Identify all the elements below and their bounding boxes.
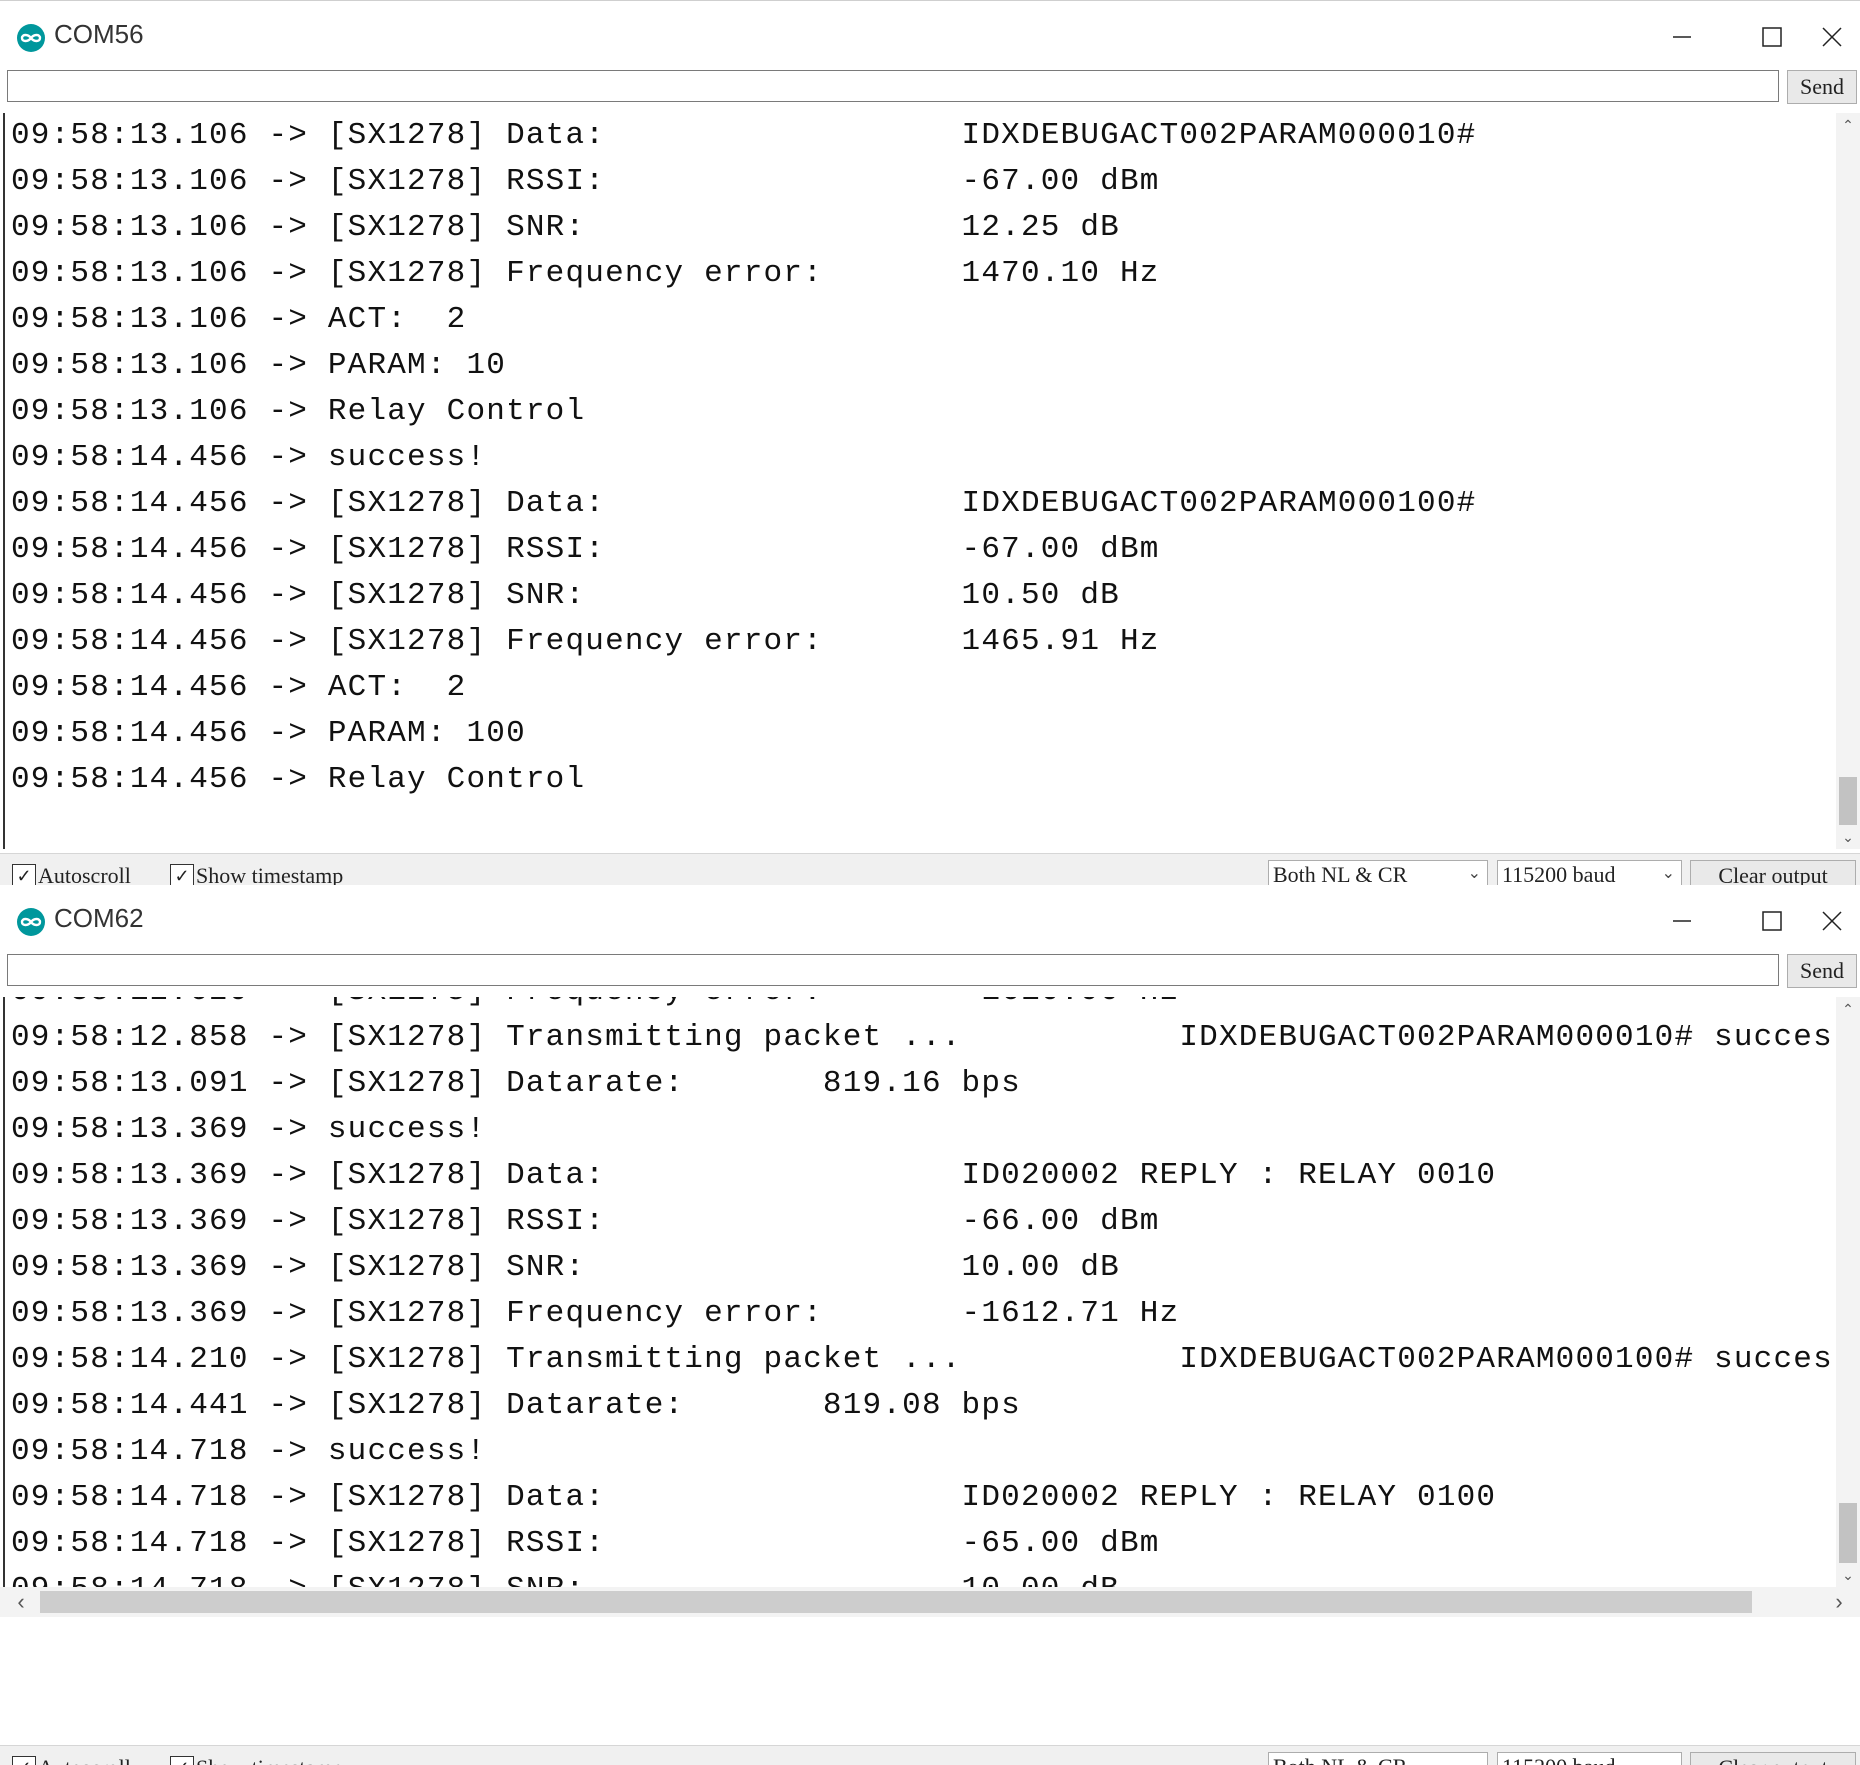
- serial-input[interactable]: [7, 954, 1779, 986]
- title-bar: COM56: [0, 9, 1860, 65]
- scroll-thumb[interactable]: [1839, 1503, 1857, 1563]
- log-line: 09:58:13.369 -> [SX1278] Data: ID020002 …: [11, 1158, 1497, 1193]
- log-line: 09:58:14.718 -> success!: [11, 1434, 487, 1469]
- log-line: 09:58:14.456 -> PARAM: 100: [11, 716, 526, 751]
- send-button[interactable]: Send: [1787, 954, 1857, 988]
- log-line: 09:58:13.091 -> [SX1278] Datarate: 819.1…: [11, 1066, 1021, 1101]
- scroll-up-icon[interactable]: ⌃: [1836, 113, 1860, 137]
- window-title: COM56: [54, 19, 144, 49]
- minimize-icon: [1673, 920, 1691, 922]
- title-bar: COM62: [0, 893, 1860, 949]
- vertical-scrollbar[interactable]: ⌃ ⌄: [1836, 113, 1860, 849]
- send-row: Send: [0, 949, 1860, 993]
- log-line: 09:58:13.106 -> [SX1278] Frequency error…: [11, 256, 1160, 291]
- scroll-right-icon[interactable]: ›: [1824, 1587, 1854, 1617]
- line-ending-value: Both NL & CR: [1273, 1754, 1407, 1765]
- log-line: 09:58:14.441 -> [SX1278] Datarate: 819.0…: [11, 1388, 1021, 1423]
- maximize-icon: [1762, 911, 1782, 931]
- checkmark-icon: ✓: [12, 1756, 36, 1765]
- log-line: 09:58:14.456 -> [SX1278] Data: IDXDEBUGA…: [11, 486, 1477, 521]
- close-button[interactable]: [1804, 899, 1860, 943]
- send-button[interactable]: Send: [1787, 70, 1857, 104]
- log-line: 09:58:14.718 -> [SX1278] Data: ID020002 …: [11, 1480, 1497, 1515]
- maximize-button[interactable]: [1744, 899, 1800, 943]
- send-row: Send: [0, 65, 1860, 109]
- scroll-left-icon[interactable]: ‹: [6, 1587, 36, 1617]
- horizontal-scroll-thumb[interactable]: [40, 1591, 1752, 1613]
- log-line: 09:58:14.456 -> [SX1278] SNR: 10.50 dB: [11, 578, 1120, 613]
- bottom-toolbar: ✓ Autoscroll ✓ Show timestamp Both NL & …: [0, 1745, 1860, 1765]
- baud-value: 115200 baud: [1502, 1754, 1615, 1765]
- vertical-scrollbar[interactable]: ⌃ ⌄: [1836, 997, 1860, 1587]
- log-line: 09:58:13.369 -> success!: [11, 1112, 487, 1147]
- window-title: COM62: [54, 903, 144, 933]
- log-line: 09:58:12.858 -> [SX1278] Transmitting pa…: [11, 1020, 1833, 1055]
- log-line: 09:58:14.718 -> [SX1278] SNR: 10.00 dB: [5, 1567, 1837, 1587]
- log-line: 09:58:14.718 -> [SX1278] RSSI: -65.00 dB…: [11, 1526, 1160, 1561]
- log-line: 09:58:13.106 -> Relay Control: [11, 394, 586, 429]
- scroll-down-icon[interactable]: ⌄: [1836, 825, 1860, 849]
- close-icon: [1822, 27, 1842, 47]
- serial-monitor-window-com56: COM56 Send 09:58:13.106 -> [SX1278] Data…: [0, 0, 1860, 896]
- log-line: 09:58:13.106 -> ACT: 2: [11, 302, 467, 337]
- show-timestamp-checkbox[interactable]: ✓ Show timestamp: [170, 1755, 343, 1765]
- checkmark-icon: ✓: [170, 1756, 194, 1765]
- log-line: 09:58:13.369 -> [SX1278] RSSI: -66.00 dB…: [11, 1204, 1160, 1239]
- maximize-button[interactable]: [1744, 15, 1800, 59]
- log-line: 09:58:13.369 -> [SX1278] SNR: 10.00 dB: [11, 1250, 1120, 1285]
- show-timestamp-label: Show timestamp: [196, 1755, 343, 1765]
- minimize-button[interactable]: [1654, 15, 1710, 59]
- serial-monitor-window-com62: COM62 Send 09:58:12.620 -> [SX1278] Freq…: [0, 885, 1860, 1765]
- chevron-down-icon: ⌄: [1467, 865, 1481, 882]
- minimize-icon: [1673, 36, 1691, 38]
- log-line: 09:58:13.369 -> [SX1278] Frequency error…: [11, 1296, 1180, 1331]
- arduino-infinity-icon: [17, 24, 45, 52]
- clear-output-button[interactable]: Clear output: [1690, 1752, 1856, 1765]
- autoscroll-label: Autoscroll: [38, 1755, 131, 1765]
- arduino-infinity-icon: [17, 908, 45, 936]
- serial-input[interactable]: [7, 70, 1779, 102]
- log-line: 09:58:13.106 -> [SX1278] Data: IDXDEBUGA…: [11, 118, 1477, 153]
- scroll-thumb[interactable]: [1839, 777, 1857, 825]
- log-line: 09:58:14.210 -> [SX1278] Transmitting pa…: [11, 1342, 1833, 1377]
- log-line: 09:58:14.456 -> success!: [11, 440, 487, 475]
- log-line: 09:58:14.456 -> ACT: 2: [11, 670, 467, 705]
- log-line: 09:58:14.456 -> [SX1278] Frequency error…: [11, 624, 1160, 659]
- maximize-icon: [1762, 27, 1782, 47]
- chevron-down-icon: ⌄: [1661, 865, 1675, 882]
- horizontal-scrollbar[interactable]: ‹ ›: [0, 1587, 1860, 1617]
- log-line: 09:58:14.456 -> [SX1278] RSSI: -67.00 dB…: [11, 532, 1160, 567]
- log-line: 09:58:12.620 -> [SX1278] Frequency error…: [5, 997, 1837, 1015]
- log-line: 09:58:13.106 -> [SX1278] RSSI: -67.00 dB…: [11, 164, 1160, 199]
- scroll-down-icon[interactable]: ⌄: [1836, 1563, 1860, 1587]
- log-line: 09:58:13.106 -> [SX1278] SNR: 12.25 dB: [11, 210, 1120, 245]
- minimize-button[interactable]: [1654, 899, 1710, 943]
- close-button[interactable]: [1804, 15, 1860, 59]
- serial-output[interactable]: 09:58:12.620 -> [SX1278] Frequency error…: [3, 997, 1837, 1587]
- serial-output[interactable]: 09:58:13.106 -> [SX1278] Data: IDXDEBUGA…: [3, 113, 1837, 849]
- close-icon: [1822, 911, 1842, 931]
- autoscroll-checkbox[interactable]: ✓ Autoscroll: [12, 1755, 131, 1765]
- line-ending-select[interactable]: Both NL & CR ⌄: [1268, 1752, 1488, 1765]
- scroll-up-icon[interactable]: ⌃: [1836, 997, 1860, 1021]
- baud-select[interactable]: 115200 baud ⌄: [1497, 1752, 1682, 1765]
- log-line: 09:58:14.456 -> Relay Control: [11, 762, 586, 797]
- log-line: 09:58:13.106 -> PARAM: 10: [11, 348, 507, 383]
- chevron-down-icon: ⌄: [1468, 1755, 1481, 1765]
- chevron-down-icon: ⌄: [1662, 1755, 1675, 1765]
